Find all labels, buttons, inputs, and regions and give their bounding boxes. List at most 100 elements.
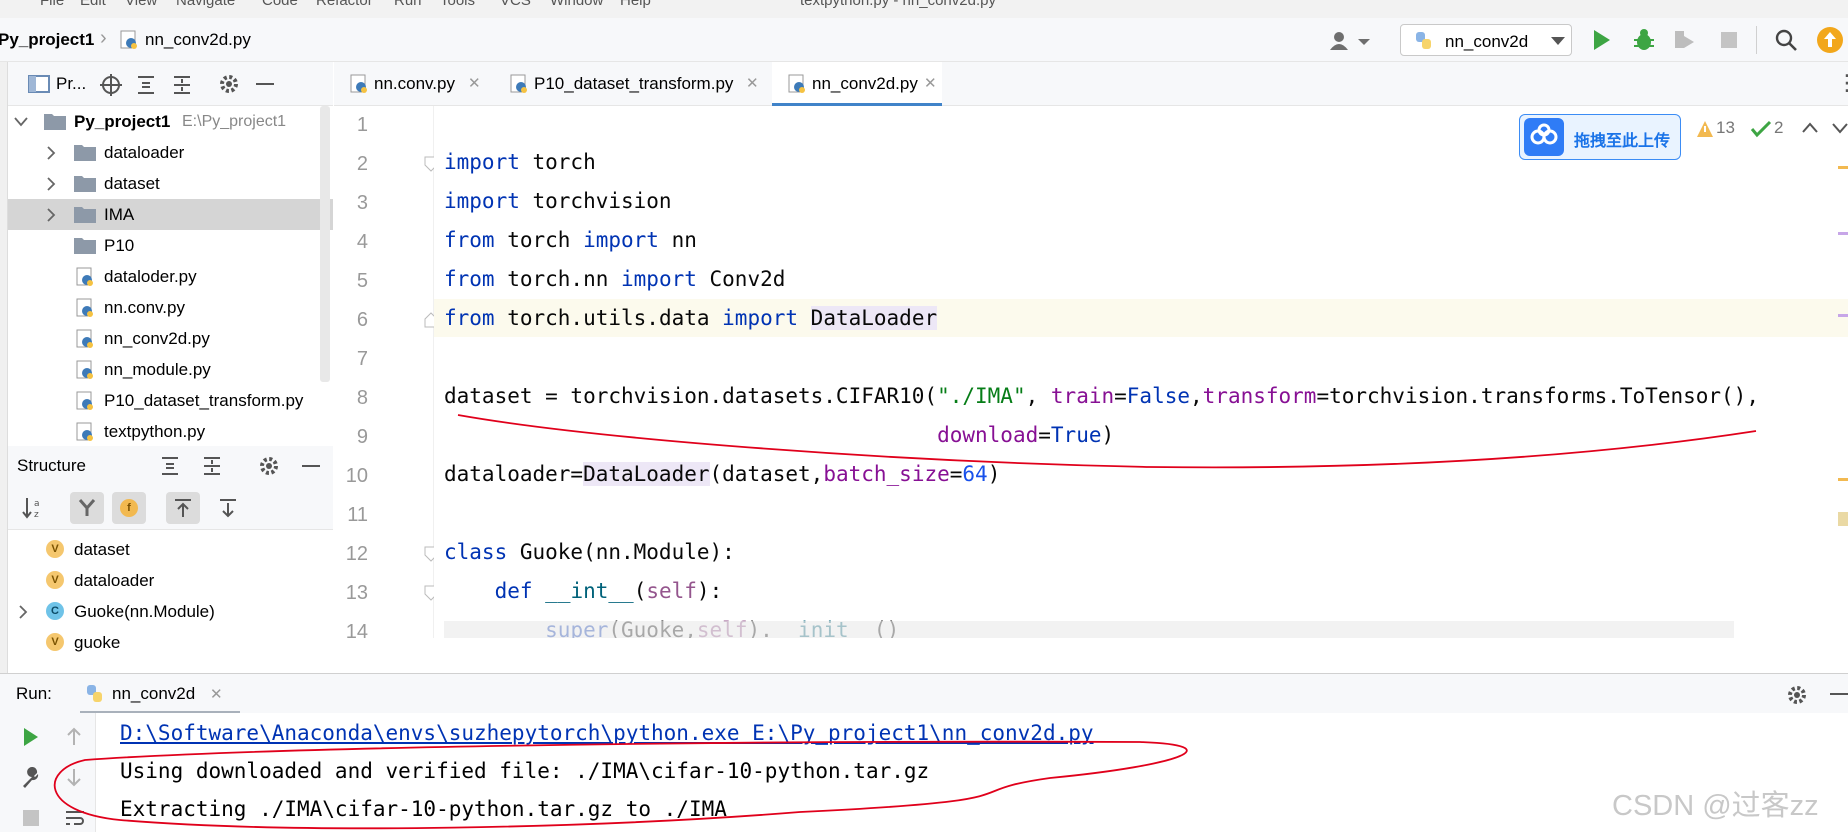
update-icon[interactable] xyxy=(1816,26,1844,54)
python-file-icon xyxy=(350,74,367,93)
error-stripe-mark[interactable] xyxy=(1838,478,1848,481)
chevron-right-icon xyxy=(47,177,56,191)
gear-icon[interactable] xyxy=(218,73,240,95)
code-line: dataloader=DataLoader(dataset,batch_size… xyxy=(444,462,1001,486)
close-icon[interactable]: ✕ xyxy=(210,685,223,703)
tree-item-file[interactable]: nn_module.py xyxy=(8,354,333,385)
chevron-right-icon[interactable] xyxy=(18,605,28,619)
tree-item-folder-selected[interactable]: IMA xyxy=(8,199,333,230)
project-tree: Py_project1 E:\Py_project1 dataloader da… xyxy=(8,106,333,441)
scrollbar[interactable] xyxy=(320,106,330,382)
code-editor[interactable]: import torch import torchvision from tor… xyxy=(434,106,1848,638)
collapse-all-icon[interactable] xyxy=(172,74,192,96)
tree-item-file[interactable]: textpython.py xyxy=(8,416,333,441)
menu-view[interactable]: View xyxy=(125,0,157,9)
window-title: textpython.py - nn_conv2d.py xyxy=(800,0,996,9)
error-stripe-mark[interactable] xyxy=(1838,314,1848,317)
minimize-icon[interactable] xyxy=(302,465,320,467)
baidu-upload-button[interactable]: 拖拽至此上传 xyxy=(1519,114,1681,160)
minimize-icon[interactable] xyxy=(256,83,274,85)
folder-icon xyxy=(74,176,96,192)
run-icon[interactable] xyxy=(1592,29,1612,51)
typo-check-icon[interactable] xyxy=(1750,120,1772,138)
menu-window[interactable]: Window xyxy=(550,0,603,9)
structure-item[interactable]: V dataloader xyxy=(8,565,333,596)
tree-item-file[interactable]: dataloder.py xyxy=(8,261,333,292)
menu-code[interactable]: Code xyxy=(262,0,298,9)
error-stripe-mark[interactable] xyxy=(1838,512,1848,526)
tab-nn-conv[interactable]: nn.conv.py ✕ xyxy=(346,62,486,106)
coverage-icon[interactable] xyxy=(1672,28,1696,52)
tab-nn-conv2d[interactable]: nn_conv2d.py ✕ xyxy=(772,62,942,106)
tree-item-file[interactable]: P10_dataset_transform.py xyxy=(8,385,333,416)
show-inherited-button[interactable] xyxy=(70,492,104,524)
menu-refactor[interactable]: Refactor xyxy=(316,0,373,9)
code-token: 64 xyxy=(962,462,988,486)
menu-run[interactable]: Run xyxy=(394,0,422,9)
search-icon[interactable] xyxy=(1774,28,1798,52)
tree-item-file[interactable]: nn_conv2d.py xyxy=(8,323,333,354)
structure-item[interactable]: V guoke xyxy=(8,627,333,658)
run-console[interactable]: D:\Software\Anaconda\envs\suzhepytorch\p… xyxy=(96,713,1848,832)
debug-icon[interactable] xyxy=(1632,28,1656,52)
stop-icon[interactable] xyxy=(1720,31,1738,49)
gear-icon[interactable] xyxy=(1786,684,1808,706)
expand-all-icon[interactable] xyxy=(136,74,156,96)
chevron-down-icon[interactable] xyxy=(1832,122,1848,134)
close-icon[interactable]: ✕ xyxy=(468,62,481,106)
locate-icon[interactable] xyxy=(100,74,122,96)
up-arrow-icon[interactable] xyxy=(66,727,82,747)
down-arrow-icon[interactable] xyxy=(66,767,82,787)
minimize-icon[interactable] xyxy=(1830,693,1848,695)
code-token: import xyxy=(621,267,697,291)
wrench-icon[interactable] xyxy=(20,767,42,789)
warning-icon[interactable] xyxy=(1696,120,1714,138)
close-icon[interactable]: ✕ xyxy=(924,62,937,106)
menu-edit[interactable]: Edit xyxy=(80,0,106,9)
tree-item-folder[interactable]: dataloader xyxy=(8,137,333,168)
autoscroll-to-source-button[interactable] xyxy=(166,492,200,524)
tree-item-folder[interactable]: dataset xyxy=(8,168,333,199)
variable-icon: V xyxy=(46,540,64,558)
svg-text:z: z xyxy=(34,510,39,520)
menu-tools[interactable]: Tools xyxy=(440,0,475,9)
project-panel-title[interactable]: Pr... xyxy=(56,74,86,94)
console-line-command[interactable]: D:\Software\Anaconda\envs\suzhepytorch\p… xyxy=(120,721,1094,745)
menu-vcs[interactable]: VCS xyxy=(500,0,531,9)
expand-all-icon[interactable] xyxy=(160,455,180,477)
python-icon xyxy=(1416,32,1431,49)
breadcrumb-file[interactable]: nn_conv2d.py xyxy=(145,30,251,50)
user-account-icon[interactable] xyxy=(1328,30,1370,52)
tab-p10-dataset-transform[interactable]: P10_dataset_transform.py ✕ xyxy=(506,62,764,106)
soft-wrap-icon[interactable] xyxy=(64,809,86,829)
line-number: 4 xyxy=(356,231,368,253)
run-configuration-select[interactable]: nn_conv2d xyxy=(1400,24,1572,56)
warning-count: 13 xyxy=(1716,118,1735,137)
error-stripe-mark[interactable] xyxy=(1838,166,1848,169)
tree-item-file[interactable]: nn.conv.py xyxy=(8,292,333,323)
collapse-all-icon[interactable] xyxy=(202,455,222,477)
error-stripe-mark[interactable] xyxy=(1838,232,1848,235)
menu-navigate[interactable]: Navigate xyxy=(176,0,235,9)
arrow-down-icon[interactable] xyxy=(218,498,238,518)
show-fields-button[interactable]: f xyxy=(112,492,146,524)
menu-help[interactable]: Help xyxy=(620,0,651,9)
chevron-up-icon[interactable] xyxy=(1802,122,1818,134)
close-icon[interactable]: ✕ xyxy=(746,62,759,106)
tree-item-folder[interactable]: P10 xyxy=(8,230,333,261)
gear-icon[interactable] xyxy=(258,455,280,477)
structure-item[interactable]: C Guoke(nn.Module) xyxy=(8,596,333,627)
structure-item[interactable]: V dataset xyxy=(8,534,333,565)
tab-label: nn_conv2d.py xyxy=(812,74,918,93)
tree-item-project-root[interactable]: Py_project1 E:\Py_project1 xyxy=(8,106,333,137)
breadcrumb-project[interactable]: Py_project1 xyxy=(0,30,94,50)
menu-file[interactable]: File xyxy=(40,0,64,9)
horizontal-scrollbar[interactable] xyxy=(444,621,1734,638)
run-tab[interactable]: nn_conv2d ✕ xyxy=(80,674,240,714)
stop-icon[interactable] xyxy=(22,809,40,827)
hierarchy-icon xyxy=(78,499,96,516)
more-tabs-icon[interactable]: ⋮ xyxy=(1836,68,1848,98)
sort-alpha-icon[interactable]: a z xyxy=(22,496,44,520)
rerun-icon[interactable] xyxy=(22,727,40,747)
code-token: True xyxy=(1050,423,1102,447)
